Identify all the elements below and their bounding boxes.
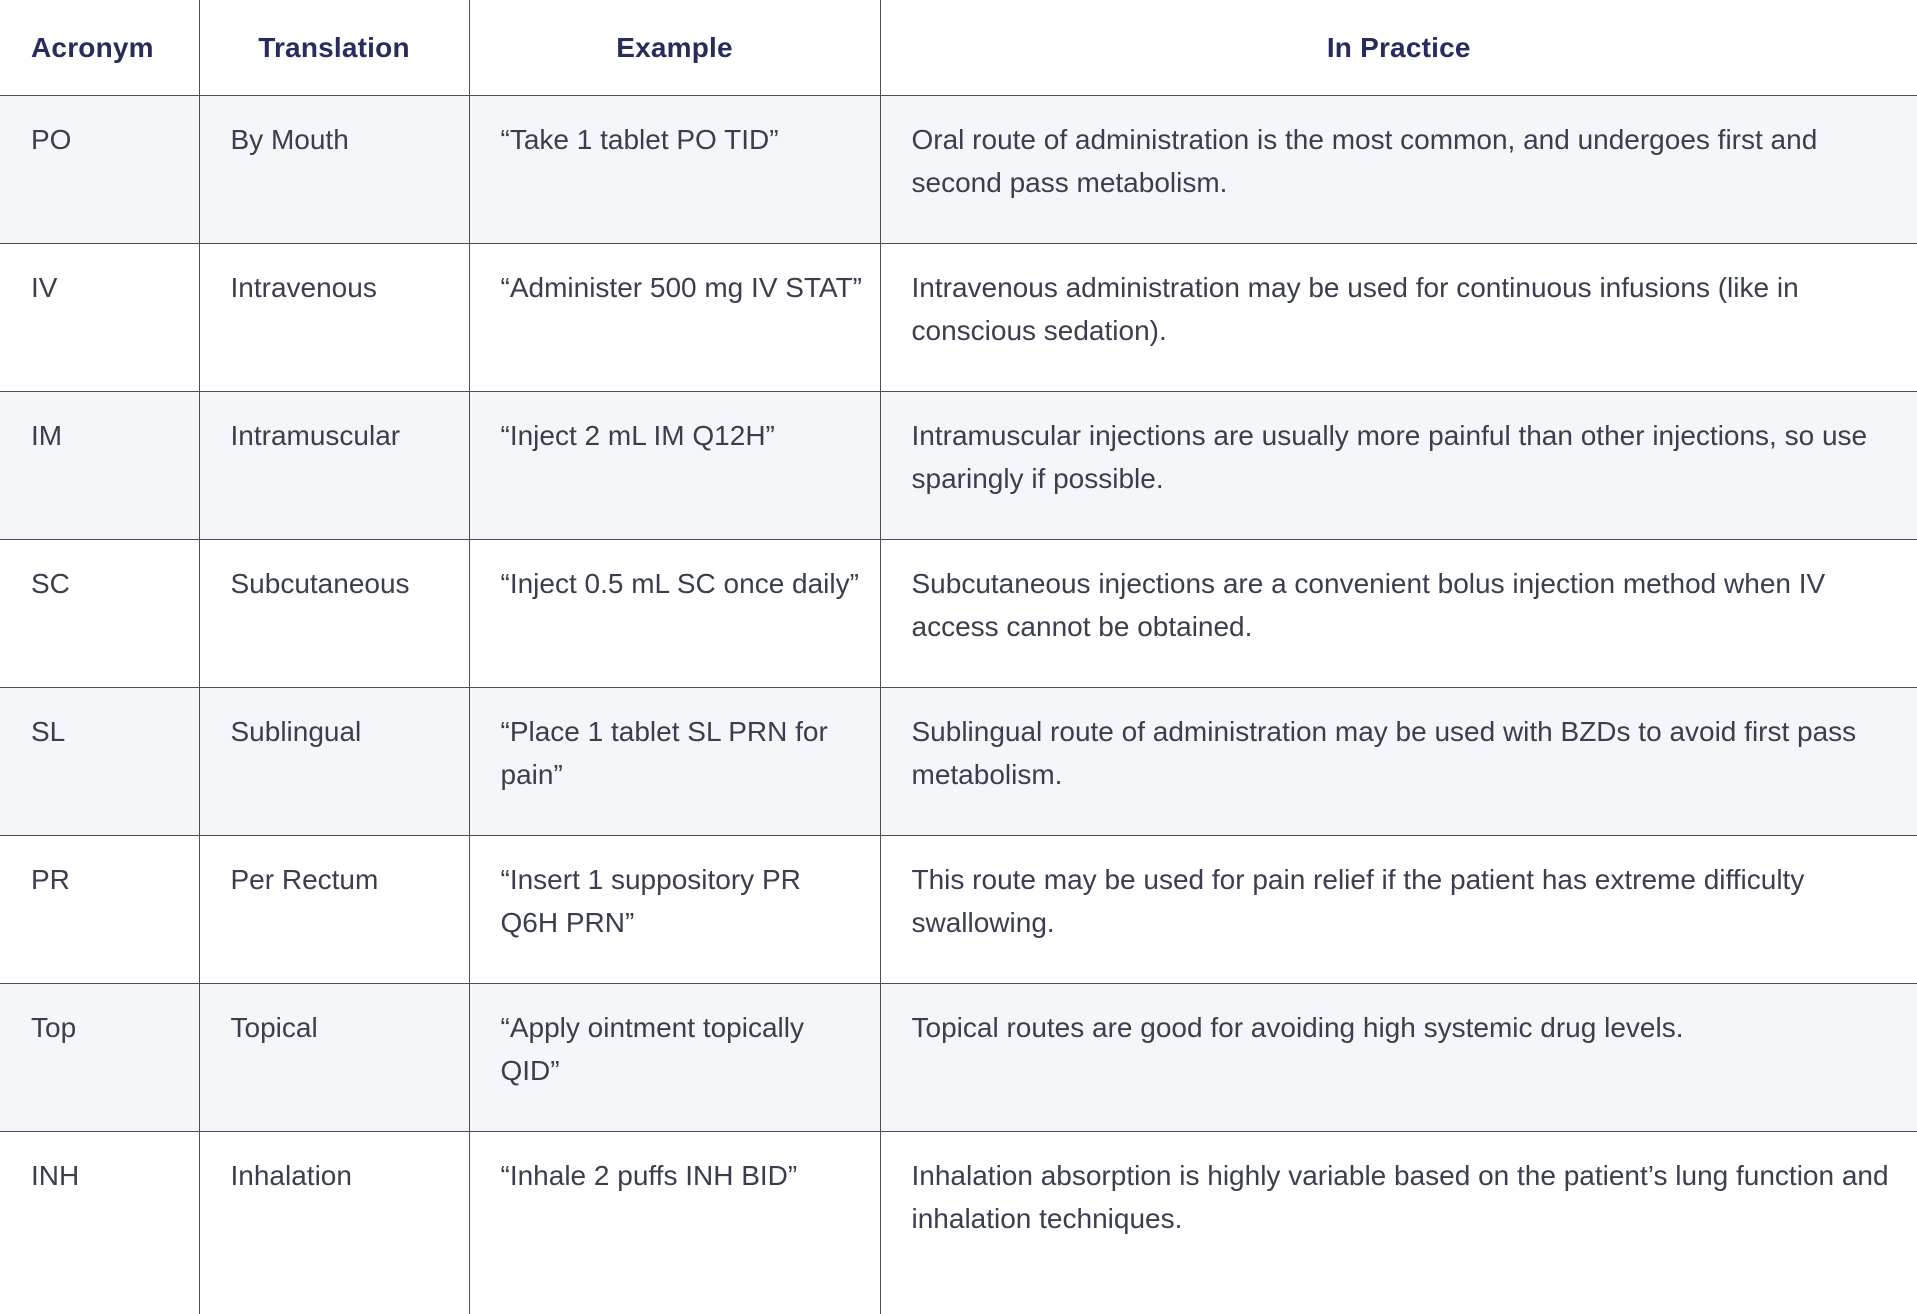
cell-translation: Inhalation (199, 1132, 469, 1314)
cell-example: “Inject 0.5 mL SC once daily” (469, 540, 880, 688)
table-row: Top Topical “Apply ointment topically QI… (0, 984, 1917, 1132)
header-in-practice: In Practice (880, 0, 1917, 96)
cell-acronym: INH (0, 1132, 199, 1314)
cell-in-practice: This route may be used for pain relief i… (880, 836, 1917, 984)
header-translation: Translation (199, 0, 469, 96)
cell-translation: Subcutaneous (199, 540, 469, 688)
cell-translation: Topical (199, 984, 469, 1132)
table-body: PO By Mouth “Take 1 tablet PO TID” Oral … (0, 96, 1917, 1314)
cell-acronym: IV (0, 244, 199, 392)
cell-acronym: SL (0, 688, 199, 836)
header-example: Example (469, 0, 880, 96)
cell-acronym: Top (0, 984, 199, 1132)
cell-example: “Take 1 tablet PO TID” (469, 96, 880, 244)
table-row: PR Per Rectum “Insert 1 suppository PR Q… (0, 836, 1917, 984)
cell-example: “Insert 1 suppository PR Q6H PRN” (469, 836, 880, 984)
cell-in-practice: Subcutaneous injections are a convenient… (880, 540, 1917, 688)
cell-translation: Intramuscular (199, 392, 469, 540)
cell-in-practice: Intramuscular injections are usually mor… (880, 392, 1917, 540)
cell-acronym: PR (0, 836, 199, 984)
table-row: IM Intramuscular “Inject 2 mL IM Q12H” I… (0, 392, 1917, 540)
table-row: PO By Mouth “Take 1 tablet PO TID” Oral … (0, 96, 1917, 244)
cell-example: “Administer 500 mg IV STAT” (469, 244, 880, 392)
cell-acronym: SC (0, 540, 199, 688)
cell-example: “Inhale 2 puffs INH BID” (469, 1132, 880, 1314)
table-header: Acronym Translation Example In Practice (0, 0, 1917, 96)
table-row: IV Intravenous “Administer 500 mg IV STA… (0, 244, 1917, 392)
table-row: INH Inhalation “Inhale 2 puffs INH BID” … (0, 1132, 1917, 1314)
table-row: SC Subcutaneous “Inject 0.5 mL SC once d… (0, 540, 1917, 688)
header-row: Acronym Translation Example In Practice (0, 0, 1917, 96)
cell-translation: Intravenous (199, 244, 469, 392)
cell-example: “Place 1 tablet SL PRN for pain” (469, 688, 880, 836)
routes-of-administration-table: Acronym Translation Example In Practice … (0, 0, 1917, 1314)
cell-translation: Per Rectum (199, 836, 469, 984)
cell-example: “Inject 2 mL IM Q12H” (469, 392, 880, 540)
cell-in-practice: Oral route of administration is the most… (880, 96, 1917, 244)
cell-acronym: PO (0, 96, 199, 244)
cell-in-practice: Sublingual route of administration may b… (880, 688, 1917, 836)
cell-in-practice: Inhalation absorption is highly variable… (880, 1132, 1917, 1314)
cell-in-practice: Intravenous administration may be used f… (880, 244, 1917, 392)
cell-translation: Sublingual (199, 688, 469, 836)
cell-in-practice: Topical routes are good for avoiding hig… (880, 984, 1917, 1132)
header-acronym: Acronym (0, 0, 199, 96)
cell-example: “Apply ointment topically QID” (469, 984, 880, 1132)
cell-acronym: IM (0, 392, 199, 540)
cell-translation: By Mouth (199, 96, 469, 244)
table-row: SL Sublingual “Place 1 tablet SL PRN for… (0, 688, 1917, 836)
